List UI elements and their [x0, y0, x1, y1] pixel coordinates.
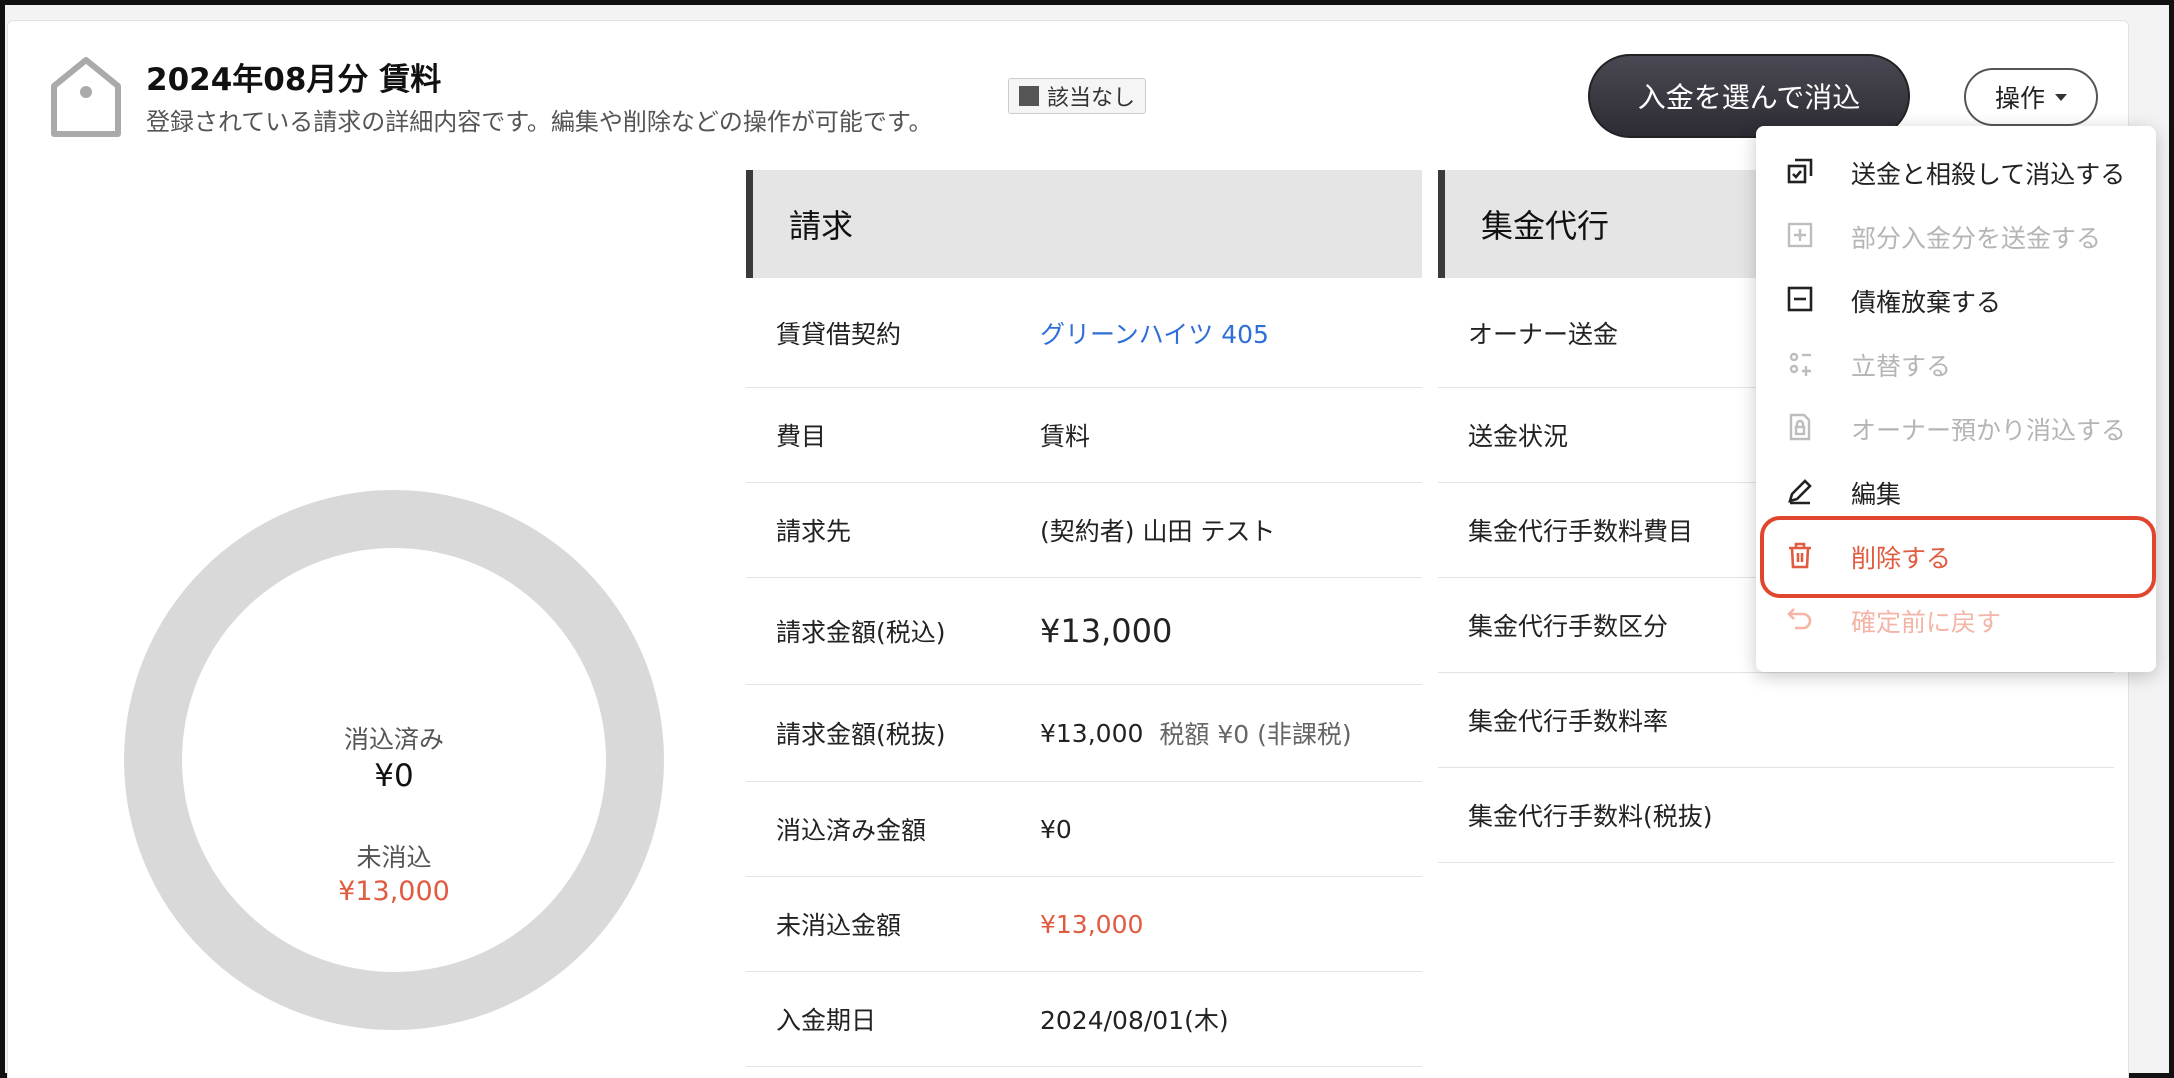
- badge-label: 該当なし: [1047, 86, 1136, 111]
- unsettled-label: 未消込: [356, 843, 432, 872]
- menu-item-send-partial[interactable]: 部分入金分を送金する: [1756, 204, 2156, 266]
- row-value: 賃料: [1040, 422, 1091, 451]
- price-tag-icon: [51, 57, 121, 137]
- status-badge: 該当なし: [1008, 78, 1147, 114]
- delete-highlight-outline: [1760, 516, 2156, 598]
- page-subtitle: 登録されている請求の詳細内容です。編集や削除などの操作が可能です。: [146, 108, 933, 136]
- table-row: 賃貸借契約 グリーンハイツ 405: [746, 278, 1422, 388]
- settled-label: 消込済み: [343, 725, 444, 754]
- table-row: 入金期日 2024/08/01(木): [746, 972, 1422, 1067]
- menu-item-owner-deposit-reconcile[interactable]: オーナー預かり消込する: [1756, 396, 2156, 458]
- row-key: 請求金額(税込): [776, 618, 946, 647]
- table-row: 集金代行手数料率: [1438, 673, 2114, 768]
- settled-value: ¥0: [374, 758, 414, 794]
- badge-square-icon: [1019, 86, 1039, 106]
- row-key: 集金代行手数料(税抜): [1468, 802, 1713, 831]
- table-row: 消込済み金額 ¥0: [746, 782, 1422, 877]
- row-value: 2024/08/01(木): [1040, 1006, 1229, 1035]
- row-key: 費目: [776, 422, 827, 451]
- undo-icon: [1787, 608, 1812, 630]
- contract-link[interactable]: グリーンハイツ 405: [1040, 315, 1269, 351]
- menu-item-label: 立替する: [1851, 352, 1952, 381]
- row-value: ¥0: [1040, 814, 1072, 844]
- menu-item-label: 部分入金分を送金する: [1851, 224, 2102, 253]
- billing-heading: 請求: [746, 170, 1422, 278]
- row-value: ¥13,000: [1040, 718, 1144, 748]
- row-key: 未消込金額: [776, 911, 902, 940]
- table-row: 集金代行手数料(税抜): [1438, 768, 2114, 863]
- menu-item-waive-claim[interactable]: 債権放棄する: [1756, 268, 2156, 330]
- menu-item-advance[interactable]: 立替する: [1756, 332, 2156, 394]
- menu-item-label: オーナー預かり消込する: [1851, 416, 2127, 445]
- tax-note: 税額 ¥0 (非課税): [1159, 720, 1352, 749]
- operations-dropdown-button[interactable]: 操作: [1964, 68, 2098, 126]
- row-key: 請求金額(税抜): [776, 720, 946, 749]
- row-value: ¥13,000: [1040, 612, 1173, 650]
- row-key: 集金代行手数区分: [1468, 612, 1669, 641]
- table-row: 請求金額(税込) ¥13,000: [746, 578, 1422, 685]
- menu-item-label: 編集: [1851, 480, 1902, 509]
- row-key: 賃貸借契約: [776, 319, 902, 349]
- plus-square-icon: [1787, 222, 1813, 248]
- row-key: オーナー送金: [1468, 319, 1619, 349]
- page-title: 2024年08月分 賃料: [146, 62, 442, 98]
- row-key: 消込済み金額: [776, 816, 927, 845]
- offset-icon: [1787, 158, 1813, 184]
- row-value: (契約者) 山田 テスト: [1040, 517, 1276, 546]
- billing-panel: 請求 賃貸借契約 グリーンハイツ 405 費目 賃料 請求先 (契約者) 山田 …: [746, 170, 1422, 1067]
- caret-down-icon: [2055, 93, 2067, 101]
- menu-item-label: 送金と相殺して消込する: [1851, 160, 2126, 189]
- row-key: 請求先: [776, 517, 852, 546]
- row-key: 送金状況: [1468, 422, 1569, 451]
- operations-label: 操作: [1994, 84, 2045, 113]
- menu-item-offset-reconcile[interactable]: 送金と相殺して消込する: [1756, 140, 2156, 202]
- minus-square-icon: [1787, 286, 1813, 312]
- advance-icon: [1789, 352, 1811, 376]
- menu-item-edit[interactable]: 編集: [1756, 460, 2156, 522]
- lock-document-icon: [1789, 413, 1811, 441]
- table-row: 費目 賃料: [746, 388, 1422, 483]
- pencil-icon: [1788, 479, 1812, 505]
- row-key: 入金期日: [776, 1006, 877, 1035]
- settlement-donut-chart: 消込済み ¥0 未消込 ¥13,000: [124, 490, 664, 1030]
- menu-item-label: 債権放棄する: [1851, 288, 2002, 317]
- unsettled-value: ¥13,000: [338, 876, 450, 907]
- row-key: 集金代行手数料率: [1468, 707, 1669, 736]
- table-row: 未消込金額 ¥13,000: [746, 877, 1422, 972]
- menu-item-label: 確定前に戻す: [1851, 608, 2002, 637]
- row-value: ¥13,000: [1040, 909, 1144, 939]
- table-row: 請求先 (契約者) 山田 テスト: [746, 483, 1422, 578]
- row-key: 集金代行手数料費目: [1468, 517, 1694, 546]
- table-row: 請求金額(税抜) ¥13,000 税額 ¥0 (非課税): [746, 685, 1422, 782]
- donut-center: 消込済み ¥0 未消込 ¥13,000: [182, 548, 606, 972]
